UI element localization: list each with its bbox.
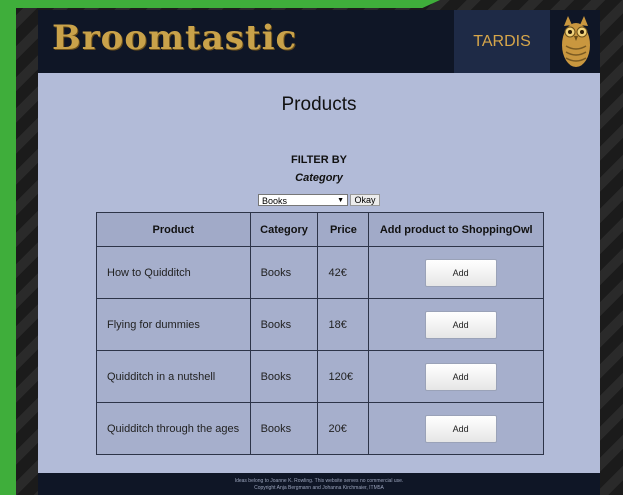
green-accent-strip (0, 0, 16, 495)
site-footer: Ideas belong to Joanne K. Rowling. This … (38, 473, 600, 495)
product-price: 120€ (317, 350, 370, 403)
add-cell: Add (368, 402, 544, 455)
owl-icon[interactable] (556, 14, 596, 70)
add-button[interactable]: Add (424, 310, 497, 339)
table-row: Flying for dummies Books 18€ Add (96, 298, 544, 351)
product-name: How to Quidditch (96, 246, 251, 299)
site-logo[interactable]: Broomtastic (52, 18, 297, 58)
product-name: Flying for dummies (96, 298, 251, 351)
column-header-add: Add product to ShoppingOwl (368, 212, 544, 247)
product-category: Books (249, 298, 319, 351)
column-header-category: Category (249, 212, 319, 247)
table-header-row: Product Category Price Add product to Sh… (96, 212, 544, 247)
green-accent-top (0, 0, 440, 8)
site-frame: Broomtastic TARDIS Products FILTER BY Ca… (38, 10, 600, 495)
product-category: Books (249, 350, 319, 403)
table-row: Quidditch in a nutshell Books 120€ Add (96, 350, 544, 403)
dropdown-arrow-icon: ▼ (337, 197, 344, 204)
product-price: 42€ (317, 246, 370, 299)
product-name: Quidditch through the ages (96, 402, 251, 455)
filter-heading: FILTER BY (290, 154, 347, 166)
product-price: 18€ (317, 298, 370, 351)
okay-button[interactable]: Okay (350, 194, 380, 206)
filter-subheading: Category (295, 172, 343, 184)
footer-line-2: Copyright Anja Bergmann and Johanna Kirc… (254, 485, 384, 491)
column-header-price: Price (317, 212, 370, 247)
add-cell: Add (368, 246, 544, 299)
add-button[interactable]: Add (424, 414, 497, 443)
site-header: Broomtastic TARDIS (38, 10, 600, 73)
nav-item-tardis[interactable]: TARDIS (454, 10, 550, 73)
category-select[interactable]: Books ▼ (258, 194, 348, 206)
add-button[interactable]: Add (424, 362, 497, 391)
page-title: Products (281, 94, 357, 115)
footer-line-1: Ideas belong to Joanne K. Rowling. This … (234, 478, 404, 484)
product-price: 20€ (317, 402, 370, 455)
add-cell: Add (368, 298, 544, 351)
add-button[interactable]: Add (424, 258, 497, 287)
category-select-value: Books (262, 196, 288, 206)
table-row: Quidditch through the ages Books 20€ Add (96, 402, 544, 455)
table-row: How to Quidditch Books 42€ Add (96, 246, 544, 299)
product-category: Books (249, 402, 319, 455)
add-cell: Add (368, 350, 544, 403)
product-category: Books (249, 246, 319, 299)
column-header-product: Product (96, 212, 251, 247)
product-name: Quidditch in a nutshell (96, 350, 251, 403)
products-table: Product Category Price Add product to Sh… (96, 212, 544, 455)
